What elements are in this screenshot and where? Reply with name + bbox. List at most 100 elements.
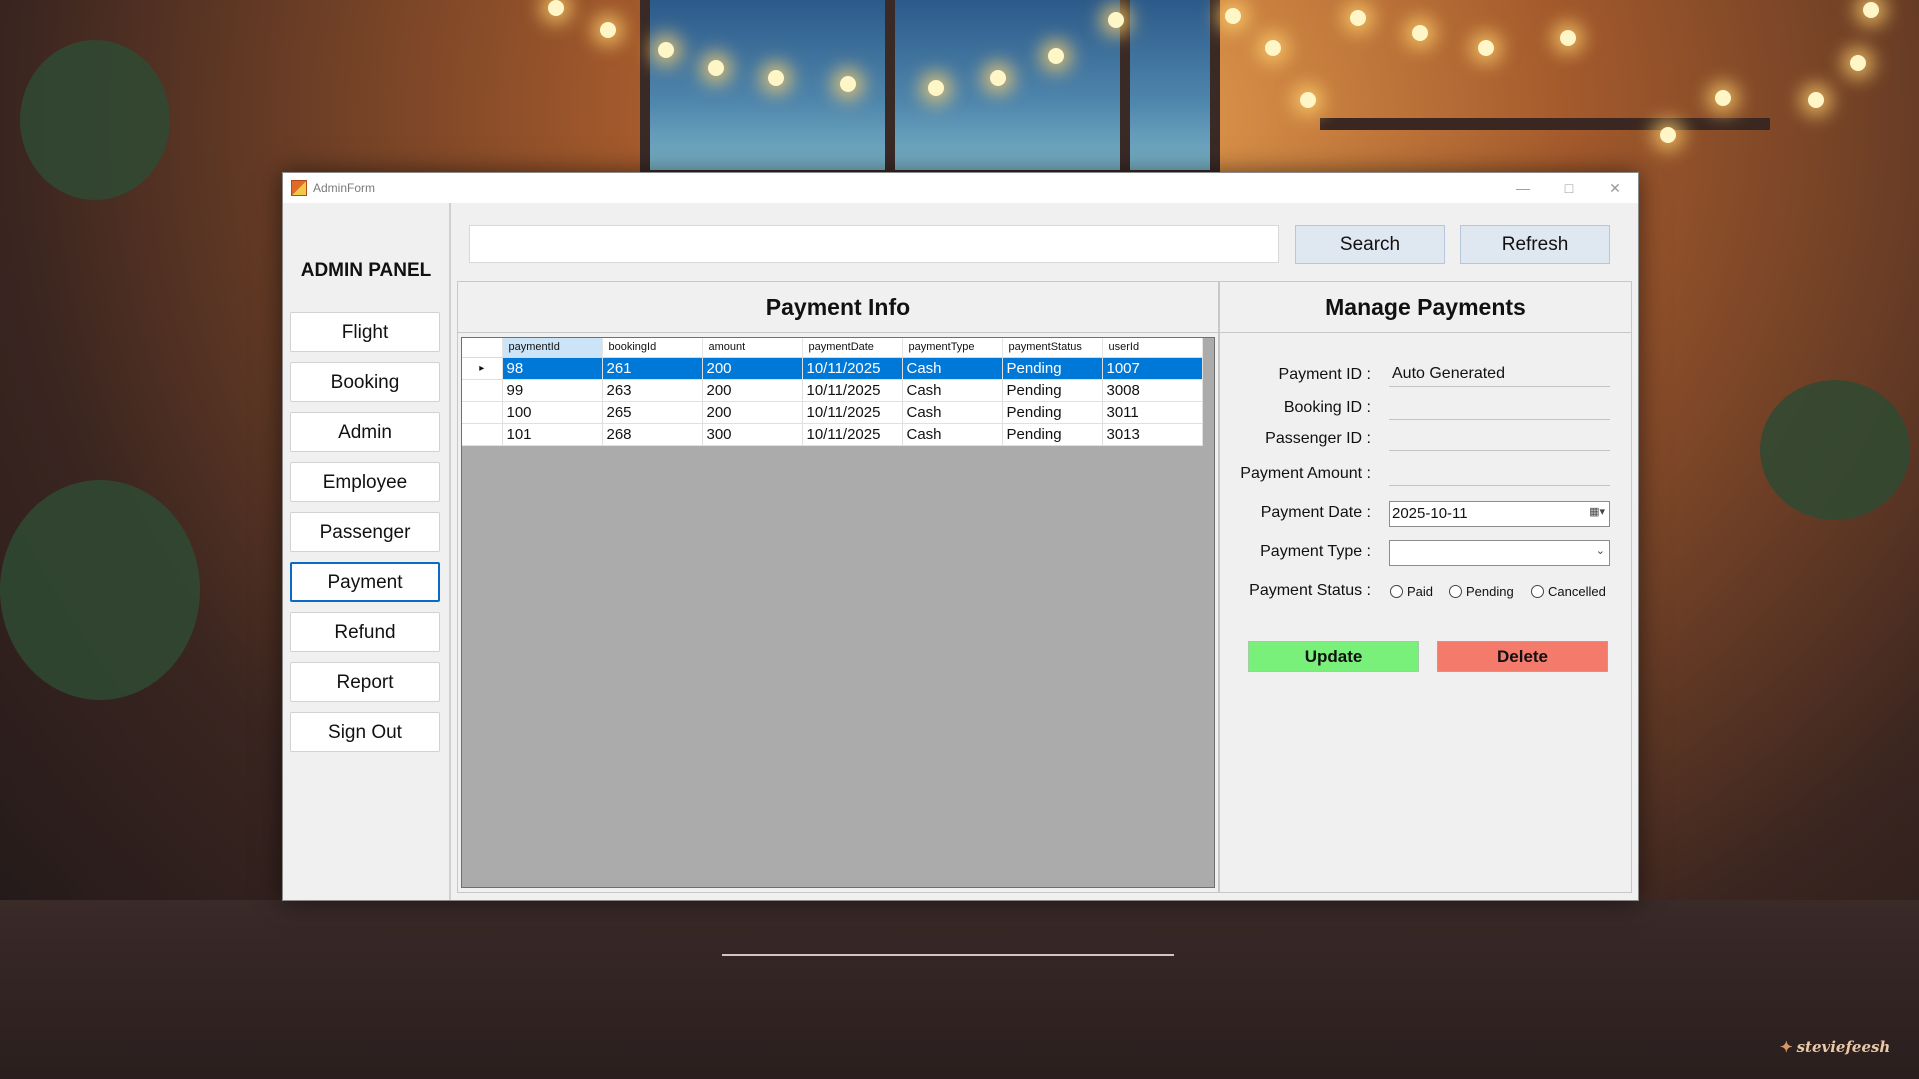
table-cell[interactable]: 1007 <box>1102 357 1203 380</box>
nav-report-button[interactable]: Report <box>290 662 440 702</box>
nav-flight-button[interactable]: Flight <box>290 312 440 352</box>
delete-button[interactable]: Delete <box>1437 641 1608 672</box>
column-header[interactable]: amount <box>702 338 803 358</box>
booking-id-field[interactable] <box>1389 396 1610 420</box>
close-icon[interactable]: ✕ <box>1595 177 1635 199</box>
table-cell[interactable]: 10/11/2025 <box>802 401 903 424</box>
chevron-down-icon: ⌄ <box>1595 545 1605 557</box>
manage-payments-title: Manage Payments <box>1220 282 1631 333</box>
payment-type-label: Payment Type : <box>1260 543 1371 560</box>
search-input[interactable] <box>469 225 1279 263</box>
row-header[interactable] <box>462 423 503 446</box>
table-cell[interactable]: Cash <box>902 357 1003 380</box>
column-header[interactable]: paymentType <box>902 338 1003 358</box>
calendar-dropdown-icon[interactable]: ▦▾ <box>1589 505 1605 518</box>
payment-id-field[interactable]: Auto Generated <box>1389 363 1610 387</box>
table-cell[interactable]: Pending <box>1002 401 1103 424</box>
status-pending-radio[interactable]: Pending <box>1449 584 1514 599</box>
table-cell[interactable]: Pending <box>1002 423 1103 446</box>
payment-date-value: 2025-10-11 <box>1392 505 1468 522</box>
wallpaper-shelf <box>1320 118 1770 130</box>
table-cell[interactable]: 98 <box>502 357 603 380</box>
passenger-id-label: Passenger ID : <box>1265 430 1371 447</box>
row-header-corner <box>462 338 503 358</box>
payment-amount-field[interactable] <box>1389 462 1610 486</box>
admin-panel-heading: ADMIN PANEL <box>300 260 432 281</box>
nav-booking-button[interactable]: Booking <box>290 362 440 402</box>
nav-admin-button[interactable]: Admin <box>290 412 440 452</box>
table-cell[interactable]: Pending <box>1002 357 1103 380</box>
table-cell[interactable]: 261 <box>602 357 703 380</box>
table-cell[interactable]: 10/11/2025 <box>802 379 903 402</box>
nav-employee-button[interactable]: Employee <box>290 462 440 502</box>
app-icon <box>291 180 307 196</box>
row-header[interactable] <box>462 379 503 402</box>
sidebar-divider <box>449 203 451 900</box>
wallpaper-line <box>722 954 1174 956</box>
table-cell[interactable]: 10/11/2025 <box>802 357 903 380</box>
current-row-indicator-icon: ▸ <box>462 357 503 380</box>
table-row[interactable]: 100 265 200 10/11/2025 Cash Pending 3011 <box>462 401 1203 424</box>
search-button[interactable]: Search <box>1295 225 1445 264</box>
table-cell[interactable]: 300 <box>702 423 803 446</box>
sidebar: ADMIN PANEL Flight Booking Admin Employe… <box>283 203 449 900</box>
payment-table: paymentId bookingId amount paymentDate p… <box>462 338 1203 446</box>
table-cell[interactable]: 10/11/2025 <box>802 423 903 446</box>
payment-info-panel: Payment Info paymentId bookingId amount … <box>457 281 1219 893</box>
wallpaper-floor <box>0 900 1919 1079</box>
table-cell[interactable]: Pending <box>1002 379 1103 402</box>
column-header[interactable]: userId <box>1102 338 1203 358</box>
table-cell[interactable]: 268 <box>602 423 703 446</box>
admin-form-window: AdminForm — □ ✕ ADMIN PANEL Flight Booki… <box>282 172 1639 901</box>
column-header[interactable]: paymentId <box>502 338 603 358</box>
table-cell[interactable]: 100 <box>502 401 603 424</box>
title-bar[interactable]: AdminForm — □ ✕ <box>283 173 1638 203</box>
table-cell[interactable]: 99 <box>502 379 603 402</box>
table-cell[interactable]: Cash <box>902 401 1003 424</box>
refresh-button[interactable]: Refresh <box>1460 225 1610 264</box>
radio-circle-icon <box>1531 585 1544 598</box>
row-header[interactable] <box>462 401 503 424</box>
payment-info-title: Payment Info <box>458 282 1218 333</box>
nav-passenger-button[interactable]: Passenger <box>290 512 440 552</box>
update-button[interactable]: Update <box>1248 641 1419 672</box>
table-cell[interactable]: 263 <box>602 379 703 402</box>
radio-circle-icon <box>1449 585 1462 598</box>
table-header-row: paymentId bookingId amount paymentDate p… <box>462 338 1203 358</box>
table-row[interactable]: 99 263 200 10/11/2025 Cash Pending 3008 <box>462 379 1203 402</box>
booking-id-label: Booking ID : <box>1283 399 1371 416</box>
table-cell[interactable]: 200 <box>702 357 803 380</box>
table-cell[interactable]: 265 <box>602 401 703 424</box>
table-cell[interactable]: Cash <box>902 423 1003 446</box>
status-paid-radio[interactable]: Paid <box>1390 584 1433 599</box>
table-cell[interactable]: Cash <box>902 379 1003 402</box>
table-row[interactable]: ▸ 98 261 200 10/11/2025 Cash Pending 100… <box>462 357 1203 380</box>
table-cell[interactable]: 3013 <box>1102 423 1203 446</box>
table-row[interactable]: 101 268 300 10/11/2025 Cash Pending 3013 <box>462 423 1203 446</box>
nav-sign-out-button[interactable]: Sign Out <box>290 712 440 752</box>
column-header[interactable]: paymentStatus <box>1002 338 1103 358</box>
column-header[interactable]: bookingId <box>602 338 703 358</box>
column-header[interactable]: paymentDate <box>802 338 903 358</box>
table-cell[interactable]: 200 <box>702 379 803 402</box>
payment-amount-label: Payment Amount : <box>1240 465 1371 482</box>
window-title: AdminForm <box>313 181 376 195</box>
payment-date-label: Payment Date : <box>1260 504 1371 521</box>
status-cancelled-radio[interactable]: Cancelled <box>1531 584 1606 599</box>
radio-circle-icon <box>1390 585 1403 598</box>
table-cell[interactable]: 3008 <box>1102 379 1203 402</box>
minimize-icon[interactable]: — <box>1503 177 1543 199</box>
bird-icon: ✦ <box>1780 1038 1793 1056</box>
table-cell[interactable]: 3011 <box>1102 401 1203 424</box>
nav-refund-button[interactable]: Refund <box>290 612 440 652</box>
passenger-id-field[interactable] <box>1389 427 1610 451</box>
payment-status-label: Payment Status : <box>1249 582 1371 599</box>
payment-type-select[interactable]: ⌄ <box>1389 540 1610 566</box>
maximize-icon[interactable]: □ <box>1549 177 1589 199</box>
payment-grid[interactable]: paymentId bookingId amount paymentDate p… <box>461 337 1215 888</box>
payment-date-picker[interactable]: 2025-10-11 ▦▾ <box>1389 501 1610 527</box>
wallpaper-credit: ✦ steviefeesh <box>1780 1038 1891 1056</box>
table-cell[interactable]: 101 <box>502 423 603 446</box>
nav-payment-button[interactable]: Payment <box>290 562 440 602</box>
table-cell[interactable]: 200 <box>702 401 803 424</box>
